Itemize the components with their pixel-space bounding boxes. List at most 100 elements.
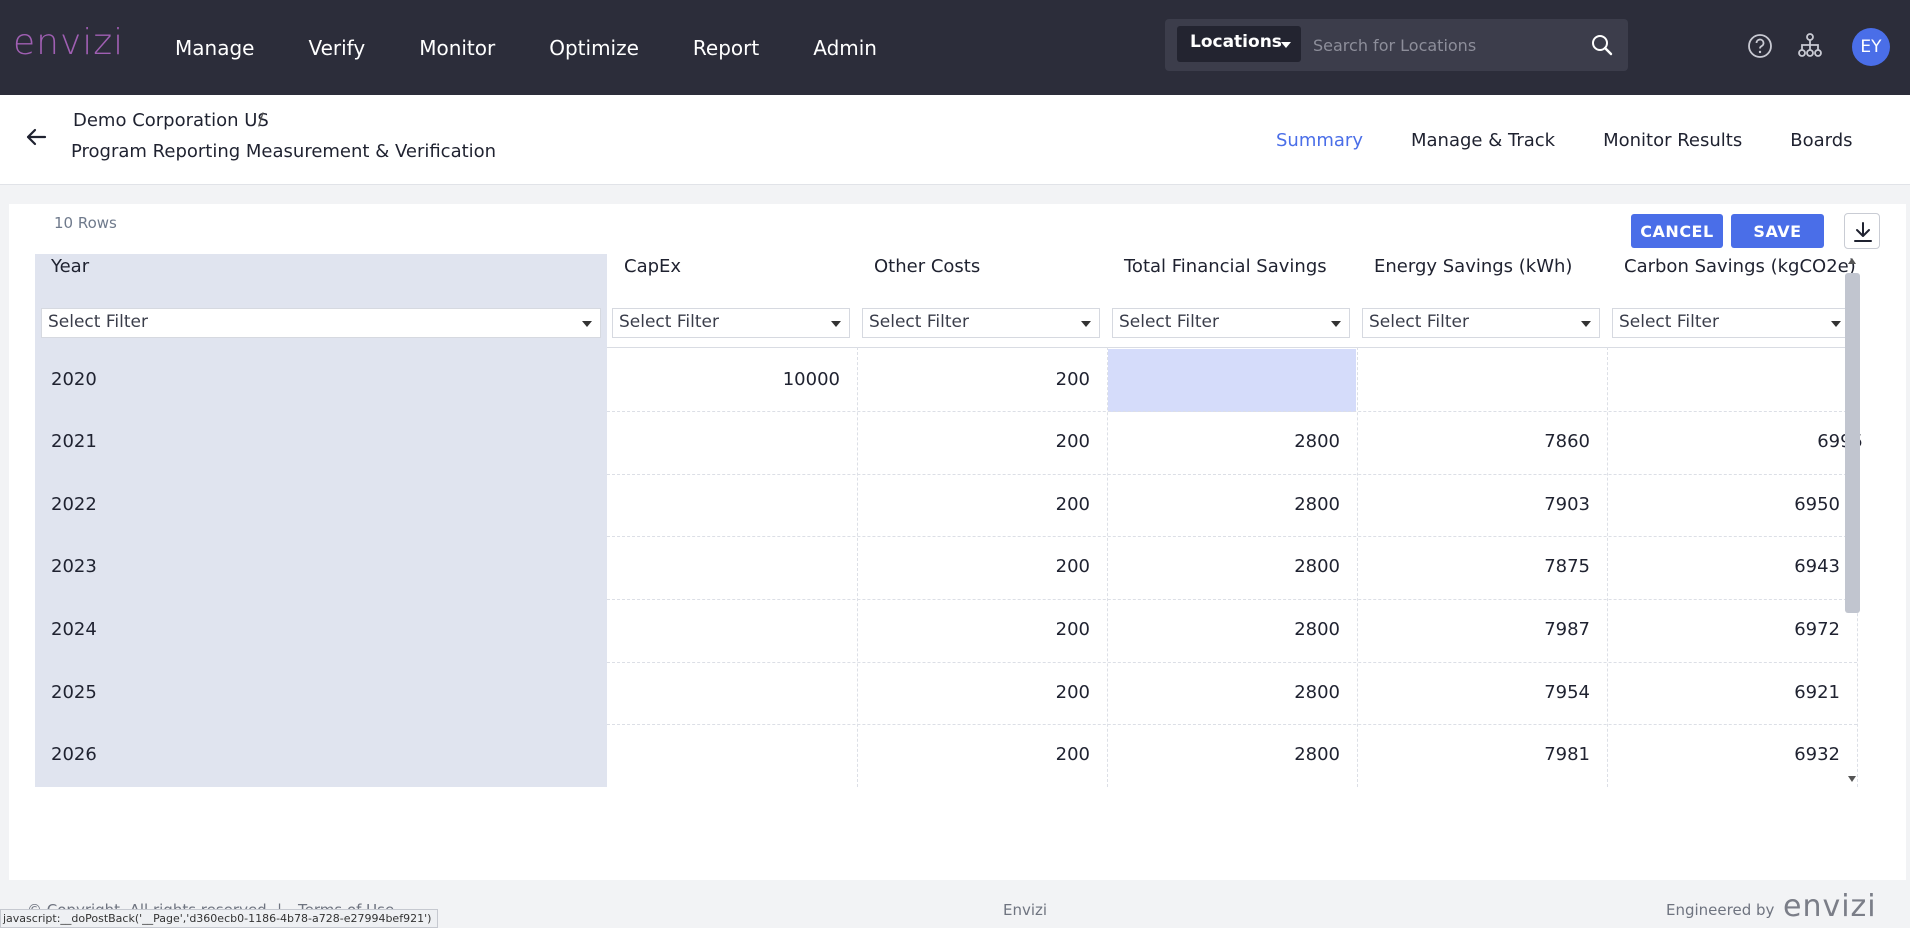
total-financial-savings-cell[interactable]: 2800 <box>1107 662 1340 724</box>
energy-savings-cell[interactable] <box>1357 349 1590 411</box>
nav-monitor[interactable]: Monitor <box>419 36 495 60</box>
carbon-savings-cell[interactable]: 6943 <box>1607 536 1840 598</box>
data-grid-card: 10 Rows CANCEL SAVE Year CapEx Other Cos… <box>9 204 1906 880</box>
search-icon[interactable] <box>1590 33 1614 57</box>
filter-placeholder: Select Filter <box>869 312 969 332</box>
carbon-savings-cell[interactable]: 6972 <box>1607 599 1840 661</box>
year-cell[interactable]: 2020 <box>51 349 351 411</box>
other-costs-cell[interactable]: 200 <box>857 474 1090 536</box>
tab-manage-track[interactable]: Manage & Track <box>1411 130 1555 151</box>
nav-admin[interactable]: Admin <box>813 36 877 60</box>
envizi-logo[interactable]: envizi <box>13 22 124 63</box>
column-header-total-financial-savings[interactable]: Total Financial Savings <box>1124 254 1327 284</box>
total-financial-savings-filter[interactable]: Select Filter <box>1112 308 1350 338</box>
filter-placeholder: Select Filter <box>1119 312 1219 332</box>
energy-savings-cell[interactable]: 7981 <box>1357 724 1590 786</box>
row-count: 10 Rows <box>54 214 117 232</box>
filter-placeholder: Select Filter <box>1369 312 1469 332</box>
download-icon <box>1854 222 1872 242</box>
capex-cell[interactable]: 10000 <box>607 349 840 411</box>
download-button[interactable] <box>1844 213 1880 249</box>
other-costs-cell[interactable]: 200 <box>857 599 1090 661</box>
cancel-button[interactable]: CANCEL <box>1631 214 1723 248</box>
column-header-other-costs[interactable]: Other Costs <box>874 254 980 284</box>
year-cell[interactable]: 2023 <box>51 536 351 598</box>
year-cell[interactable]: 2022 <box>51 474 351 536</box>
nav-optimize[interactable]: Optimize <box>549 36 639 60</box>
page-header: Demo Corporation US / Program Reporting … <box>0 95 1910 185</box>
breadcrumb-parent[interactable]: Demo Corporation US <box>73 110 269 131</box>
column-header-capex[interactable]: CapEx <box>624 254 681 284</box>
energy-savings-cell[interactable]: 7954 <box>1357 662 1590 724</box>
capex-cell[interactable] <box>607 536 840 598</box>
carbon-savings-filter[interactable]: Select Filter <box>1612 308 1850 338</box>
hierarchy-tree-icon[interactable] <box>1797 32 1823 58</box>
total-financial-savings-cell[interactable]: 2800 <box>1107 724 1340 786</box>
filter-placeholder: Select Filter <box>1619 312 1719 332</box>
header-divider <box>607 347 1857 348</box>
year-cell[interactable]: 2026 <box>51 724 351 786</box>
help-circle-icon[interactable] <box>1747 33 1773 59</box>
arrow-left-icon[interactable] <box>24 125 48 149</box>
year-filter[interactable]: Select Filter <box>41 308 601 338</box>
capex-filter[interactable]: Select Filter <box>612 308 850 338</box>
search-scope-select[interactable]: Locations <box>1177 26 1301 62</box>
chevron-down-icon <box>1831 321 1841 327</box>
capex-cell[interactable] <box>607 599 840 661</box>
tab-summary[interactable]: Summary <box>1276 130 1363 151</box>
other-costs-cell[interactable]: 200 <box>857 411 1090 473</box>
page-tabs: Summary Manage & Track Monitor Results B… <box>1276 95 1901 185</box>
other-costs-filter[interactable]: Select Filter <box>862 308 1100 338</box>
nav-verify[interactable]: Verify <box>308 36 365 60</box>
carbon-savings-cell[interactable]: 6995 <box>1607 411 1863 473</box>
total-financial-savings-cell[interactable] <box>1107 349 1340 411</box>
total-financial-savings-cell[interactable]: 2800 <box>1107 474 1340 536</box>
nav-manage[interactable]: Manage <box>175 36 254 60</box>
carbon-savings-cell[interactable] <box>1607 349 1840 411</box>
scrollbar-thumb[interactable] <box>1845 273 1860 613</box>
page-title: Program Reporting Measurement & Verifica… <box>71 141 497 162</box>
other-costs-cell[interactable]: 200 <box>857 724 1090 786</box>
nav-report[interactable]: Report <box>693 36 759 60</box>
browser-status-bar: javascript:__doPostBack('__Page','d360ec… <box>0 909 439 928</box>
breadcrumb-separator: / <box>258 110 264 130</box>
column-header-energy-savings[interactable]: Energy Savings (kWh) <box>1374 254 1572 284</box>
data-grid: Year CapEx Other Costs Total Financial S… <box>35 254 1869 787</box>
user-avatar[interactable]: EY <box>1852 28 1890 66</box>
save-button[interactable]: SAVE <box>1731 214 1824 248</box>
year-cell[interactable]: 2024 <box>51 599 351 661</box>
capex-cell[interactable] <box>607 474 840 536</box>
tab-boards[interactable]: Boards <box>1790 130 1852 151</box>
carbon-savings-cell[interactable]: 6932 <box>1607 724 1840 786</box>
tab-monitor-results[interactable]: Monitor Results <box>1603 130 1742 151</box>
capex-cell[interactable] <box>607 662 840 724</box>
energy-savings-filter[interactable]: Select Filter <box>1362 308 1600 338</box>
total-financial-savings-cell[interactable]: 2800 <box>1107 599 1340 661</box>
other-costs-cell[interactable]: 200 <box>857 662 1090 724</box>
total-financial-savings-cell[interactable]: 2800 <box>1107 411 1340 473</box>
energy-savings-cell[interactable]: 7903 <box>1357 474 1590 536</box>
carbon-savings-cell[interactable]: 6921 <box>1607 662 1840 724</box>
energy-savings-cell[interactable]: 7987 <box>1357 599 1590 661</box>
chevron-down-icon <box>1331 321 1341 327</box>
energy-savings-cell[interactable]: 7875 <box>1357 536 1590 598</box>
vertical-scrollbar[interactable] <box>1843 254 1865 787</box>
other-costs-cell[interactable]: 200 <box>857 536 1090 598</box>
column-header-year[interactable]: Year <box>51 254 89 284</box>
year-cell[interactable]: 2021 <box>51 411 351 473</box>
location-search: Locations <box>1165 19 1628 71</box>
column-header-carbon-savings[interactable]: Carbon Savings (kgCO2e) <box>1624 254 1856 284</box>
chevron-down-icon <box>582 321 592 327</box>
footer-envizi-logo: envizi <box>1783 889 1877 924</box>
scroll-down-icon[interactable] <box>1848 776 1856 782</box>
search-input[interactable] <box>1313 28 1563 62</box>
capex-cell[interactable] <box>607 411 840 473</box>
main-nav: Manage Verify Monitor Optimize Report Ad… <box>175 0 931 95</box>
other-costs-cell[interactable]: 200 <box>857 349 1090 411</box>
year-cell[interactable]: 2025 <box>51 662 351 724</box>
total-financial-savings-cell[interactable]: 2800 <box>1107 536 1340 598</box>
energy-savings-cell[interactable]: 7860 <box>1357 411 1590 473</box>
capex-cell[interactable] <box>607 724 840 786</box>
scroll-up-icon[interactable] <box>1848 258 1856 264</box>
carbon-savings-cell[interactable]: 6950 <box>1607 474 1840 536</box>
